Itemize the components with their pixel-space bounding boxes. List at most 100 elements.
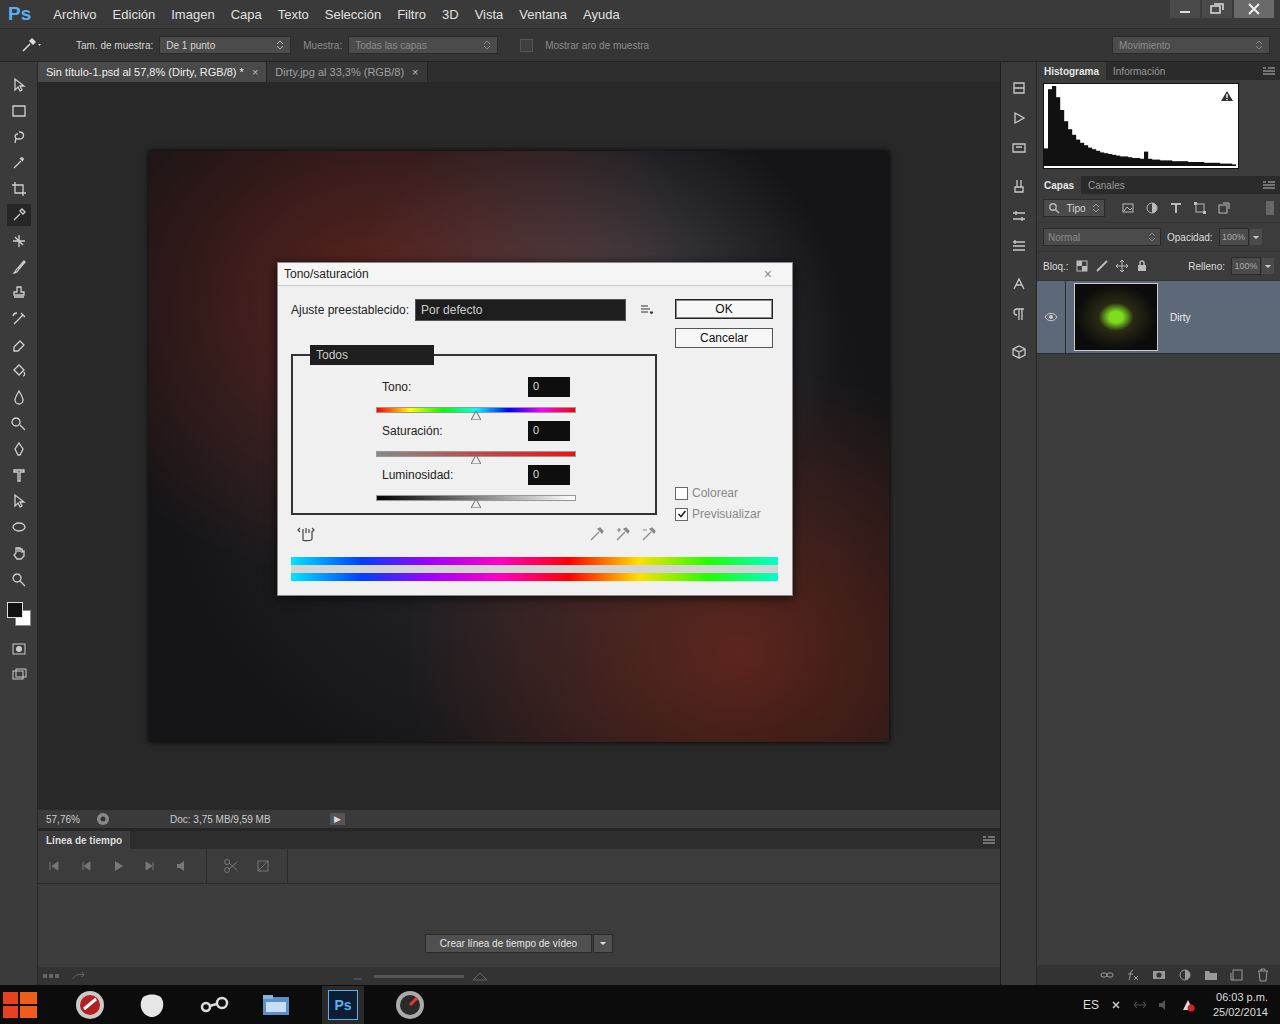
lock-all-icon[interactable] [1135,259,1149,273]
language-indicator[interactable]: ES [1083,998,1099,1012]
tool-button[interactable] [7,412,31,434]
tray-close-icon[interactable] [1109,998,1123,1012]
tab-close-button[interactable]: × [412,66,418,78]
tab-close-button[interactable]: × [252,66,258,78]
slider-value-field[interactable]: 0 [528,465,570,485]
slider-value-field[interactable]: 0 [528,421,570,441]
link-icon[interactable] [1100,968,1114,982]
lock-transparency-icon[interactable] [1075,259,1089,273]
minimize-icon[interactable] [1170,0,1200,18]
adjustment-layer-icon[interactable] [1178,968,1192,982]
panel-menu-icon[interactable] [1262,66,1276,76]
workspace-select[interactable]: Movimiento [1112,36,1270,54]
smart-object-filter-icon[interactable] [1217,201,1231,215]
eyedropper-icon[interactable] [589,526,605,542]
app-icon[interactable] [74,989,106,1021]
eyedropper-tool-icon[interactable] [20,37,44,53]
tool-button[interactable] [7,100,31,122]
preset-select[interactable]: Por defecto [415,299,626,321]
subtract-eyedropper-icon[interactable] [641,526,657,542]
tool-button[interactable] [7,152,31,174]
create-video-timeline-button[interactable]: Crear línea de tiempo de vídeo [425,934,613,953]
tool-button[interactable] [7,204,31,226]
document-tab[interactable]: Dirty.jpg al 33,3% (RGB/8) × [267,62,427,82]
dock-button[interactable] [1006,340,1032,364]
share-icon[interactable] [96,812,110,826]
menu-item[interactable]: Ayuda [575,7,628,22]
timeline-tab[interactable]: Línea de tiempo [38,831,130,849]
file-explorer-icon[interactable] [260,989,292,1021]
opacity-field[interactable]: 100% [1219,228,1249,246]
channel-select[interactable]: Todos [310,345,434,365]
zoom-level[interactable]: 57,76% [46,814,86,825]
steam-icon[interactable] [198,989,230,1021]
group-icon[interactable] [1204,968,1218,982]
menu-item[interactable]: Texto [270,7,317,22]
fill-field[interactable]: 100% [1231,257,1261,275]
dock-button[interactable] [1006,76,1032,100]
volume-icon[interactable] [1157,998,1171,1012]
menu-item[interactable]: Vista [467,7,512,22]
opacity-dropdown[interactable] [1250,229,1262,245]
dock-button[interactable] [1006,136,1032,160]
panel-tab[interactable]: Canales [1081,176,1132,194]
clock[interactable]: 06:03 p.m. 25/02/2014 [1213,990,1268,1020]
tool-button[interactable] [7,230,31,252]
transition-icon[interactable] [255,858,271,874]
scissors-icon[interactable] [223,858,239,874]
color-swatches[interactable] [5,600,33,628]
slider-thumb-icon[interactable] [471,499,481,508]
tool-button[interactable] [7,542,31,564]
dock-button[interactable] [1006,234,1032,258]
panel-tab[interactable]: Histograma [1037,62,1106,80]
document-tab[interactable]: Sin título-1.psd al 57,8% (Dirty, RGB/8)… [38,62,267,82]
slider-value-field[interactable]: 0 [528,377,570,397]
slider-track[interactable] [376,495,576,501]
dialog-close-button[interactable]: × [764,266,786,282]
menu-item[interactable]: Selección [317,7,389,22]
status-menu-button[interactable]: ▶ [330,813,345,825]
tool-button[interactable] [7,568,31,590]
frames-icon[interactable] [42,971,62,981]
option-checkbox[interactable]: Previsualizar [675,507,778,521]
first-frame-icon[interactable] [46,858,62,874]
fill-dropdown[interactable] [1262,258,1274,274]
action-center-icon[interactable] [1181,998,1195,1012]
tool-button[interactable] [7,360,31,382]
option-checkbox[interactable]: Colorear [675,486,778,500]
play-icon[interactable] [110,858,126,874]
mask-icon[interactable] [1152,968,1166,982]
targeted-adjustment-icon[interactable] [297,525,315,543]
tool-button[interactable] [7,178,31,200]
dock-button[interactable] [1006,204,1032,228]
app-icon[interactable] [136,989,168,1021]
dialog-button[interactable]: Cancelar [675,328,773,348]
render-icon[interactable] [70,971,90,981]
dialog-title-bar[interactable]: Tono/saturación × [278,263,792,286]
menu-item[interactable]: Ventana [511,7,575,22]
menu-item[interactable]: Imagen [163,7,222,22]
timeline-zoom-slider[interactable] [348,971,490,981]
adjustment-filter-icon[interactable] [1145,201,1159,215]
windows-logo-icon[interactable] [0,986,40,1024]
menu-item[interactable]: Edición [105,7,164,22]
panel-menu-icon[interactable] [1262,180,1276,190]
pixel-filter-icon[interactable] [1121,201,1135,215]
network-icon[interactable] [1133,998,1147,1012]
timeline-mode-dropdown[interactable] [593,934,613,953]
layer-row[interactable]: Dirty [1037,281,1280,354]
tool-button[interactable] [7,438,31,460]
trash-icon[interactable] [1256,968,1270,982]
layer-style-icon[interactable] [1126,968,1140,982]
screen-mode-button[interactable] [7,664,31,686]
tool-button[interactable] [7,334,31,356]
tool-button[interactable] [7,282,31,304]
next-frame-icon[interactable] [142,858,158,874]
foreground-color-swatch[interactable] [7,602,23,618]
menu-item[interactable]: Filtro [389,7,434,22]
filter-toggle[interactable] [1266,201,1274,215]
dock-button[interactable] [1006,106,1032,130]
tool-button[interactable] [7,386,31,408]
preset-options-icon[interactable] [640,304,654,316]
tool-button[interactable] [7,516,31,538]
